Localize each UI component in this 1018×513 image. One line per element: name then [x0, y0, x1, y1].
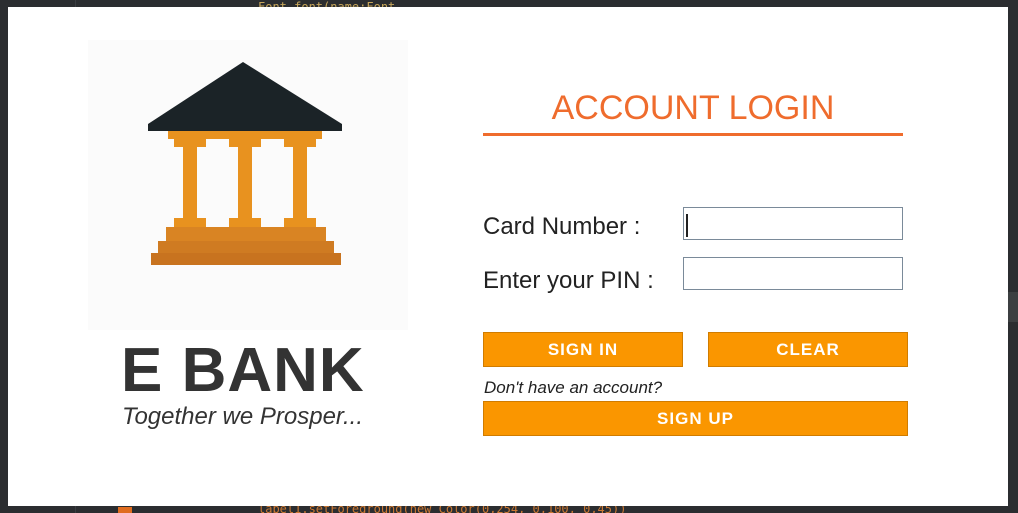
clear-button[interactable]: CLEAR — [708, 332, 908, 367]
breakpoint-marker — [118, 507, 132, 513]
pin-label: Enter your PIN : — [483, 267, 654, 294]
brand-tagline: Together we Prosper... — [122, 403, 364, 430]
editor-left-edge — [0, 282, 8, 302]
no-account-text: Don't have an account? — [484, 378, 663, 397]
card-number-input[interactable] — [683, 207, 903, 240]
login-title-underline — [483, 133, 903, 136]
editor-right-edge — [1008, 292, 1018, 322]
bank-building-icon — [148, 62, 342, 265]
login-window: E BANK Together we Prosper... ACCOUNT LO… — [8, 7, 1008, 506]
logo-panel — [88, 40, 408, 330]
login-title: ACCOUNT LOGIN — [551, 89, 835, 127]
brand-name: E BANK — [121, 336, 365, 405]
pin-input[interactable] — [683, 257, 903, 290]
text-cursor — [686, 214, 688, 237]
background-code-bottom: label1.setForeground(new Color(0,254, 0,… — [258, 506, 627, 513]
sign-up-button[interactable]: SIGN UP — [483, 401, 908, 436]
sign-in-button[interactable]: SIGN IN — [483, 332, 683, 367]
card-number-label: Card Number : — [483, 213, 641, 240]
